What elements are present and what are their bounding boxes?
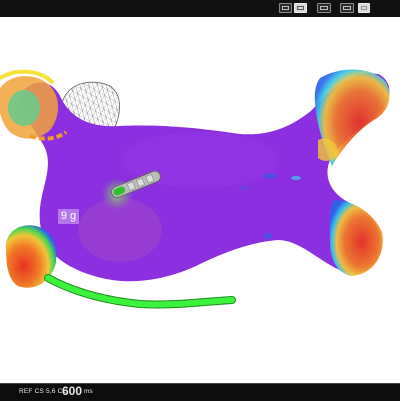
electroanatomical-map[interactable] [0, 17, 400, 383]
quad-view-button[interactable] [340, 3, 354, 13]
toggle-icon [361, 6, 367, 10]
patch [238, 186, 250, 190]
contact-force-label: 9 g [58, 209, 79, 224]
status-bar: REF CS 5,6 CL 600 ms [0, 383, 400, 401]
patch [291, 176, 301, 180]
toggle-button[interactable] [358, 3, 370, 13]
dual-view-icon [320, 6, 328, 10]
map-view-button[interactable] [294, 3, 307, 13]
zoom-fit-icon [282, 6, 289, 10]
patch [264, 173, 276, 179]
dual-view-button[interactable] [317, 3, 331, 13]
right-lower-region [329, 200, 383, 276]
zoom-fit-button[interactable] [279, 3, 292, 13]
map-viewport[interactable]: 9 g [0, 17, 400, 383]
reference-label: REF CS 5,6 CL [19, 388, 67, 395]
quad-view-icon [343, 6, 351, 10]
ring-center [8, 90, 40, 126]
cycle-length-value: 600 [62, 384, 83, 398]
viewer-toolbar [0, 0, 400, 18]
map-view-icon [297, 6, 304, 10]
cycle-length-unit: ms [84, 388, 93, 395]
patch [263, 233, 273, 239]
